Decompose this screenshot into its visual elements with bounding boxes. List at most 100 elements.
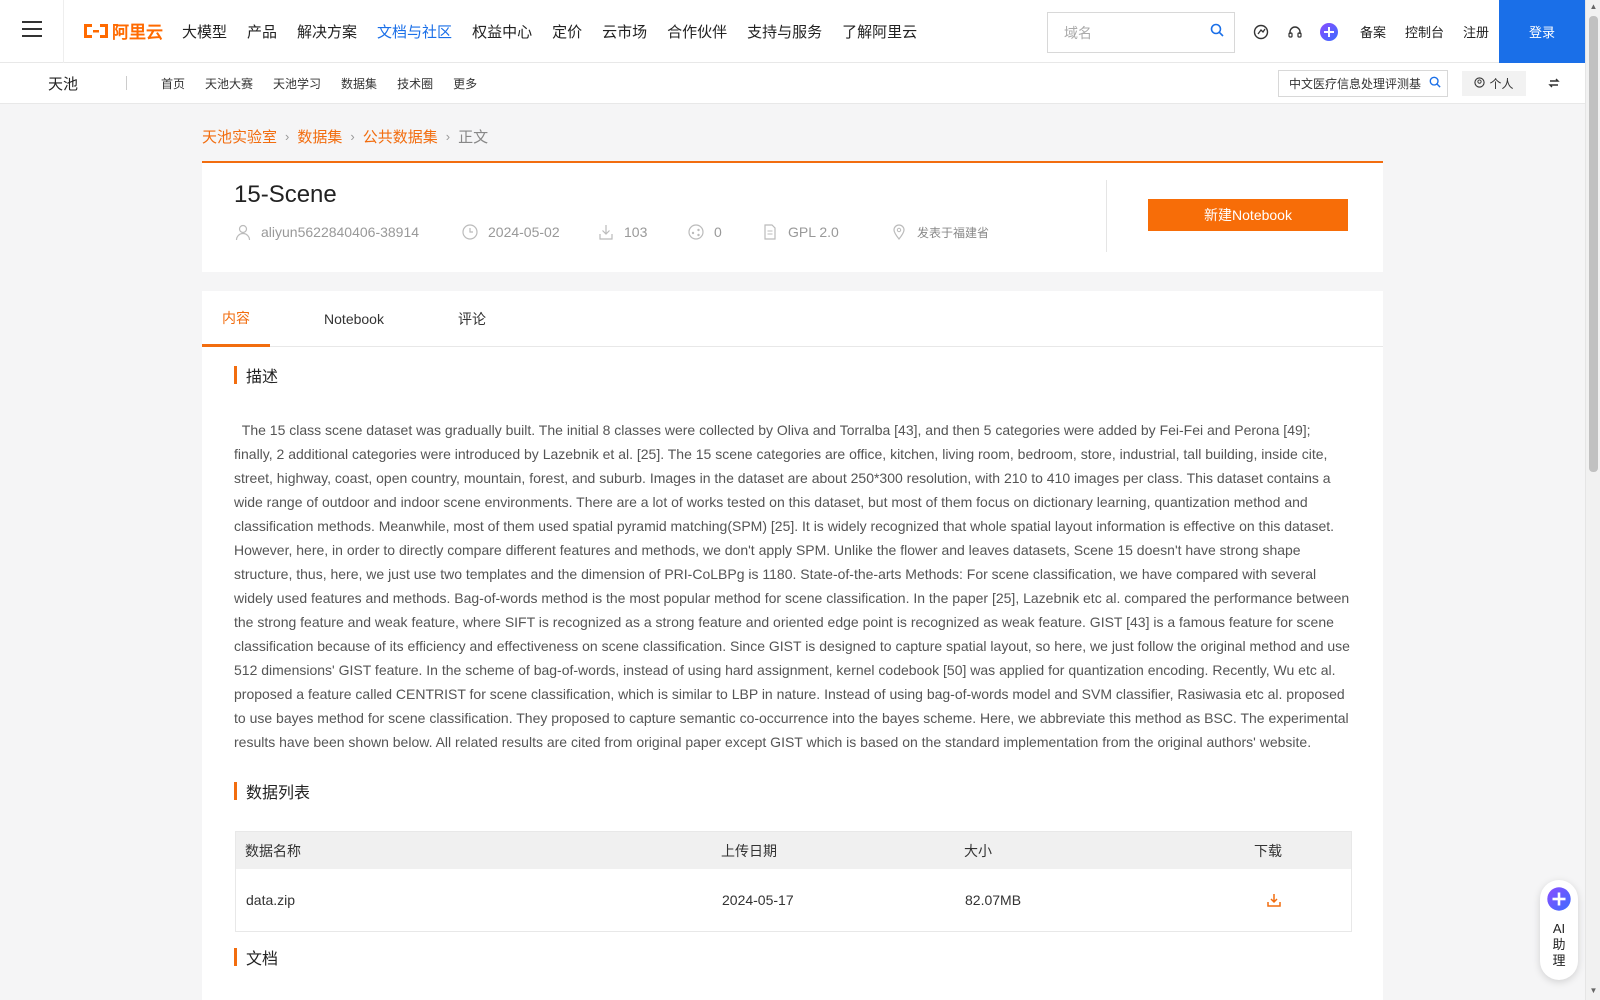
description-heading-text: 描述 — [246, 369, 279, 386]
divider — [1106, 180, 1107, 252]
domain-search-input[interactable] — [1064, 24, 1210, 41]
tab-notebook[interactable]: Notebook — [306, 291, 402, 347]
personal-label: 个人 — [1489, 77, 1514, 91]
ai-assistant-label: AI助理 — [1552, 921, 1566, 968]
aliyun-logo[interactable]: 阿里云 — [82, 20, 164, 42]
share-icon — [688, 224, 704, 240]
subnav-item[interactable]: 更多 — [453, 75, 477, 92]
scroll-up-icon[interactable]: ▲ — [1589, 2, 1598, 12]
subnav-item[interactable]: 首页 — [161, 75, 185, 92]
scroll-down-icon[interactable]: ▼ — [1589, 986, 1598, 996]
headset-icon[interactable] — [1284, 21, 1306, 43]
nav-item[interactable]: 权益中心 — [472, 21, 532, 42]
top-link[interactable]: 注册 — [1463, 22, 1489, 41]
tianchi-search[interactable]: 中文医疗信息处理评测基 — [1278, 70, 1448, 97]
download-count-icon — [599, 225, 613, 240]
nav-item[interactable]: 定价 — [552, 21, 582, 42]
page-scrollbar[interactable]: ▲ ▼ — [1585, 0, 1600, 1000]
breadcrumb-item[interactable]: 数据集 — [297, 126, 342, 147]
header-name: 数据名称 — [245, 842, 301, 859]
breadcrumb-item: 正文 — [458, 128, 489, 146]
content-tabs: 内容 Notebook 评论 — [202, 291, 1383, 347]
meta-author: aliyun5622840406-38914 — [234, 223, 461, 241]
meta-license: GPL 2.0 — [761, 223, 890, 241]
user-icon — [235, 224, 251, 241]
description-text: The 15 class scene dataset was gradually… — [234, 418, 1352, 754]
chevron-right-icon: › — [350, 128, 355, 144]
svg-text:阿里云: 阿里云 — [112, 23, 163, 42]
upload-date: 2024-05-17 — [722, 892, 794, 908]
dashboard-icon[interactable] — [1250, 21, 1272, 43]
tab-content[interactable]: 内容 — [202, 291, 270, 347]
ai-assistant-button[interactable]: AI助理 — [1540, 880, 1578, 980]
heading-accent — [234, 948, 237, 966]
top-link[interactable]: 控制台 — [1405, 22, 1444, 41]
top-navigation: 阿里云 大模型 产品 解决方案 文档与社区 权益中心 定价 云市场 合作伙伴 支持与服务 了解阿里… — [0, 0, 1585, 63]
subnav-item[interactable]: 数据集 — [341, 75, 377, 92]
publish-location: 发表于福建省 — [917, 225, 990, 240]
author-name[interactable]: aliyun5622840406-38914 — [261, 224, 419, 240]
docs-heading-text: 文档 — [246, 951, 279, 968]
header-size: 大小 — [964, 842, 992, 859]
tianchi-subnav: 天池 首页 天池大赛 天池学习 数据集 技术圈 更多 中文医疗信息处理评测基 个人 — [0, 63, 1585, 104]
subnav-item[interactable]: 天池大赛 — [205, 75, 253, 92]
tab-comments[interactable]: 评论 — [440, 291, 504, 347]
breadcrumb-item[interactable]: 公共数据集 — [363, 126, 438, 147]
file-size: 82.07MB — [965, 892, 1022, 908]
meta-date: 2024-05-02 — [461, 223, 597, 241]
search-icon[interactable] — [1429, 75, 1441, 93]
license: GPL 2.0 — [788, 224, 839, 240]
dataset-meta: aliyun5622840406-38914 2024-05-02 103 0 … — [234, 223, 989, 241]
file-name: data.zip — [246, 892, 296, 908]
nav-item[interactable]: 云市场 — [602, 21, 647, 42]
top-link[interactable]: 备案 — [1360, 22, 1386, 41]
top-icon-group — [1250, 0, 1352, 63]
personal-button[interactable]: 个人 — [1462, 71, 1526, 96]
tianchi-brand[interactable]: 天池 — [48, 73, 126, 94]
meta-downloads: 103 — [597, 223, 687, 241]
meta-location: 发表于福建省 — [890, 223, 989, 241]
chevron-right-icon: › — [445, 128, 451, 144]
nav-item[interactable]: 支持与服务 — [747, 21, 822, 42]
ai-plus-icon[interactable] — [1318, 21, 1340, 43]
description-heading: 描述 — [234, 363, 278, 387]
subnav-item[interactable]: 天池学习 — [273, 75, 321, 92]
nav-item[interactable]: 解决方案 — [297, 21, 357, 42]
meta-shares: 0 — [687, 223, 761, 241]
ai-plus-icon — [1546, 886, 1572, 917]
breadcrumb: 天池实验室 › 数据集 › 公共数据集 › 正文 — [202, 126, 488, 146]
chevron-right-icon: › — [285, 128, 290, 144]
heading-accent — [234, 782, 237, 800]
download-icon[interactable] — [1266, 892, 1282, 911]
header-download: 下载 — [1254, 842, 1282, 859]
nav-item[interactable]: 了解阿里云 — [842, 21, 917, 42]
description-body: The 15 class scene dataset was gradually… — [234, 422, 1350, 750]
clock-icon — [462, 224, 478, 240]
dataset-header: 15-Scene aliyun5622840406-38914 2024-05-… — [202, 163, 1383, 272]
subnav-items: 首页 天池大赛 天池学习 数据集 技术圈 更多 — [161, 75, 497, 92]
top-right-links: 备案 控制台 注册 — [1360, 0, 1508, 63]
nav-item[interactable]: 合作伙伴 — [667, 21, 727, 42]
search-icon[interactable] — [1210, 23, 1224, 42]
download-count: 103 — [624, 224, 648, 240]
page-title: 15-Scene — [234, 181, 337, 208]
datalist-heading: 数据列表 — [234, 779, 310, 803]
dataset-content: 内容 Notebook 评论 描述 The 15 class scene dat… — [202, 291, 1383, 1000]
docs-heading: 文档 — [234, 945, 278, 969]
breadcrumb-item[interactable]: 天池实验室 — [202, 126, 277, 147]
login-button[interactable]: 登录 — [1499, 0, 1585, 63]
scroll-thumb[interactable] — [1589, 16, 1598, 472]
subnav-item[interactable]: 技术圈 — [397, 75, 433, 92]
tianchi-search-input[interactable]: 中文医疗信息处理评测基 — [1289, 75, 1429, 92]
nav-item[interactable]: 文档与社区 — [377, 21, 452, 42]
table-row: data.zip 2024-05-17 82.07MB — [236, 869, 1351, 931]
location-pin-icon — [893, 224, 905, 240]
new-notebook-button[interactable]: 新建Notebook — [1148, 199, 1348, 231]
document-icon — [764, 224, 776, 240]
domain-search[interactable] — [1047, 12, 1235, 53]
user-circle-icon — [1474, 76, 1486, 91]
nav-item[interactable]: 产品 — [247, 21, 277, 42]
nav-item[interactable]: 大模型 — [182, 21, 227, 42]
menu-button[interactable] — [0, 0, 64, 63]
switch-icon[interactable] — [1547, 76, 1563, 92]
